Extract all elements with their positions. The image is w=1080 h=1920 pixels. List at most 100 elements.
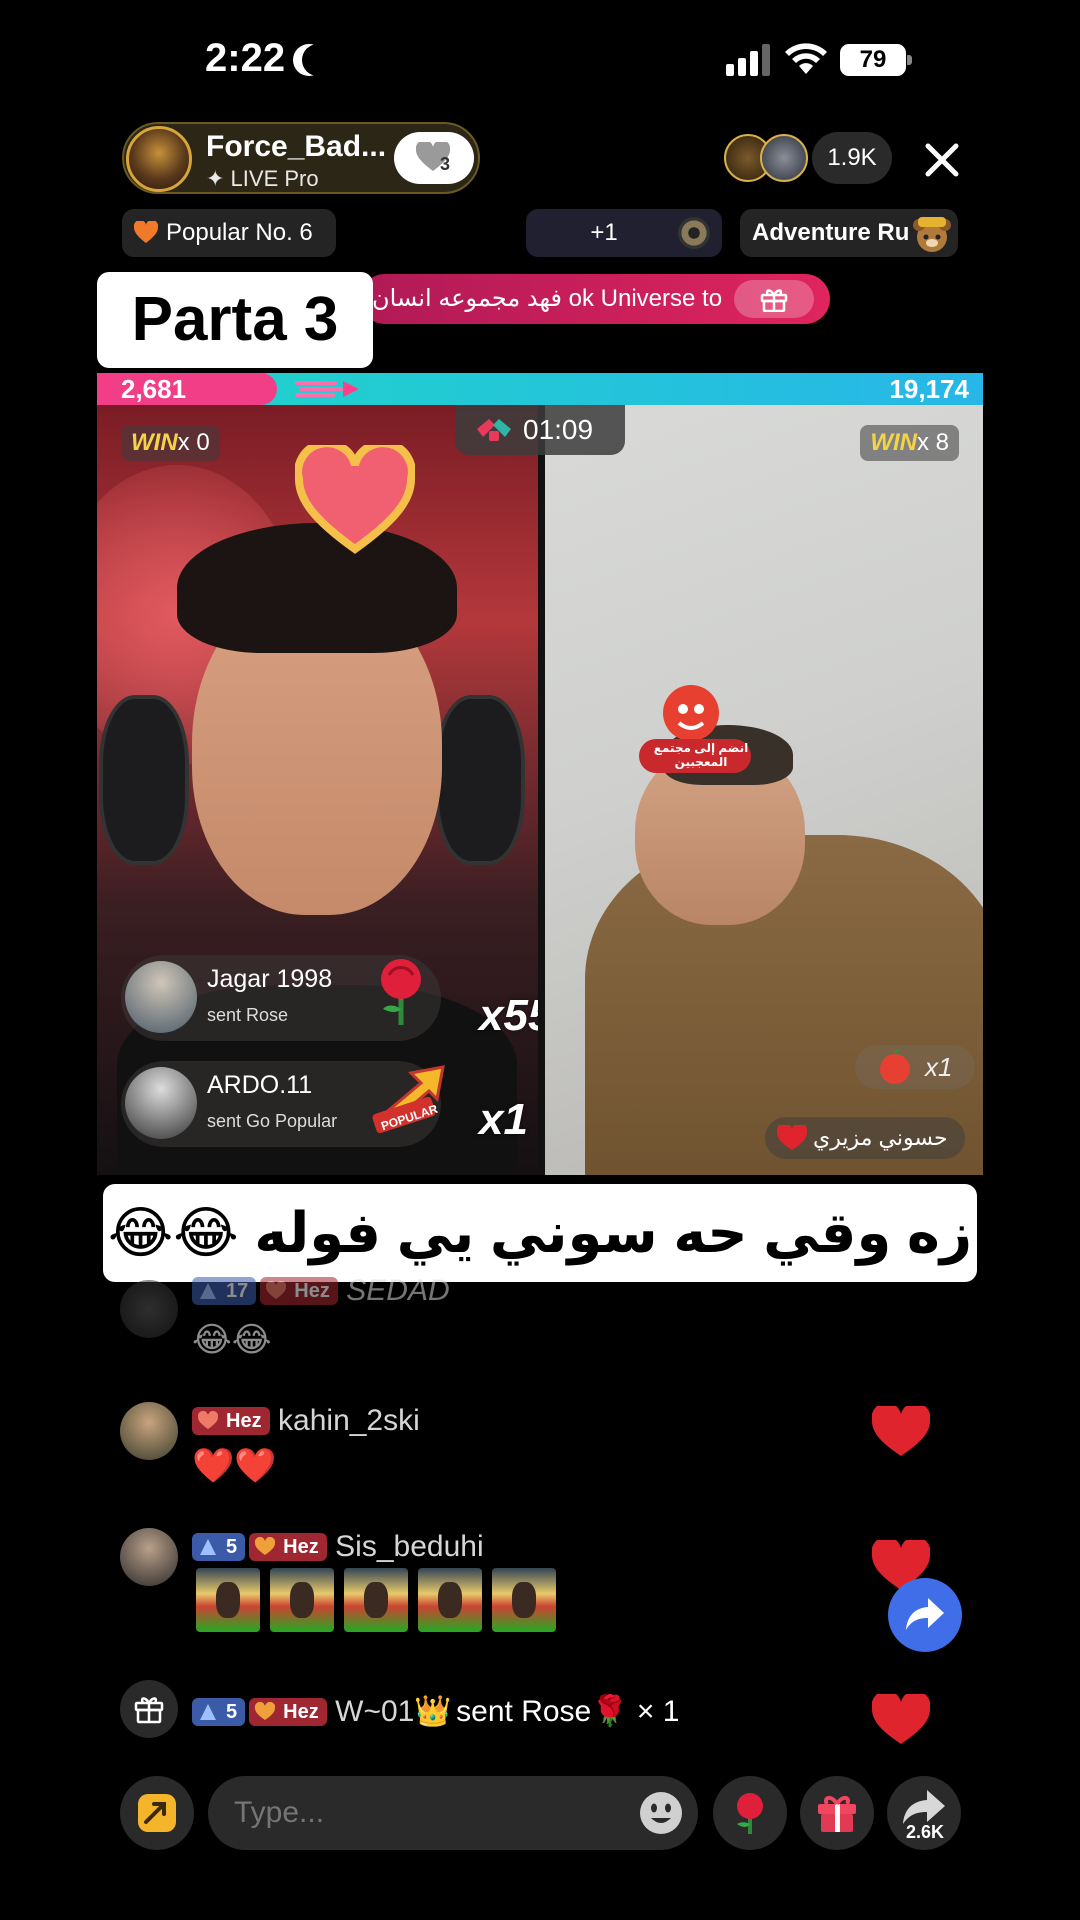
adventure-label: Adventure Ru xyxy=(752,219,910,246)
chat-username[interactable]: W~01👑 xyxy=(335,1694,452,1729)
bolt-share-icon xyxy=(138,1794,176,1832)
combo-count: x55 xyxy=(479,991,538,1040)
chat-image[interactable] xyxy=(418,1568,482,1632)
timer-value: 01:09 xyxy=(523,414,594,445)
guest-name: حسوني مزيري xyxy=(813,1125,948,1150)
notice-avatar[interactable] xyxy=(125,961,197,1033)
chat-gift-message[interactable]: 5 Hez W~01👑 sent Rose🌹 × 1 xyxy=(120,1680,980,1750)
score-right: 19,174 xyxy=(889,374,969,404)
chat-gift-text: sent Rose🌹 × 1 xyxy=(456,1695,680,1728)
fan-badge: Hez xyxy=(260,1277,338,1305)
notice-avatar[interactable] xyxy=(125,1067,197,1139)
chat-image[interactable] xyxy=(344,1568,408,1632)
rose-gift-button[interactable] xyxy=(713,1776,787,1850)
chat-avatar[interactable] xyxy=(120,1402,178,1460)
chat-message[interactable]: Hez kahin_2ski ❤️❤️ xyxy=(120,1402,980,1492)
emoji-icon[interactable] xyxy=(638,1790,684,1836)
close-icon[interactable] xyxy=(918,136,966,184)
viewer-avatar[interactable] xyxy=(760,134,808,182)
status-time: 2:22 xyxy=(205,36,286,80)
follow-like-button[interactable]: 3 xyxy=(394,132,474,184)
host-profile[interactable]: Force_Bad... ✦ LIVE Pro 3 xyxy=(122,122,480,194)
notice-gift: sent Rose xyxy=(207,1005,289,1025)
battery-icon: 79 xyxy=(840,44,912,76)
heart-icon xyxy=(266,1281,287,1299)
heart-icon[interactable] xyxy=(872,1694,930,1746)
chat-text: 😂😂 xyxy=(192,1321,272,1359)
notice-gift: sent Go Popular xyxy=(207,1111,338,1131)
chat-avatar[interactable] xyxy=(120,1280,178,1338)
chat-username[interactable]: kahin_2ski xyxy=(278,1404,420,1438)
fan-badge-label: Hez xyxy=(283,1700,319,1723)
disc-icon xyxy=(678,217,710,249)
gift-button[interactable] xyxy=(800,1776,874,1850)
plus-one-label: +1 xyxy=(590,219,618,246)
plus-one-pill[interactable]: +1 xyxy=(526,209,722,257)
chat-avatar[interactable] xyxy=(120,1528,178,1586)
bear-icon xyxy=(913,217,951,252)
status-bar: 2:22 79 xyxy=(0,0,1080,120)
moon-icon xyxy=(302,44,334,76)
chat-username[interactable]: Sis_beduhi xyxy=(335,1530,483,1564)
chat-message[interactable]: 17 Hez SEDAD 😂😂 xyxy=(120,1274,980,1360)
heart-icon xyxy=(777,1125,807,1150)
popular-rank-label: Popular No. 6 xyxy=(166,219,313,246)
heart-icon[interactable] xyxy=(872,1406,930,1458)
chat-badges: 5 Hez Sis_beduhi xyxy=(192,1530,484,1564)
caption: زه وقي حه سوني يي فوله 😂😂😂 xyxy=(103,1184,977,1362)
adventure-pill[interactable]: Adventure Ru xyxy=(740,209,958,257)
signal-icon xyxy=(726,44,770,76)
overlay-title: Parta 3 xyxy=(97,272,373,368)
chat-image[interactable] xyxy=(196,1568,260,1632)
host-video-right[interactable]: انضم إلى مجتمع المعجبين WINx 8 x1 حسوني … xyxy=(545,405,983,1175)
win-count: x 8 xyxy=(916,429,949,456)
speed-streak-icon xyxy=(295,381,359,397)
notice-user: Jagar 1998 xyxy=(207,965,333,993)
host-video-left[interactable]: WINx 0 Jagar 1998 sent Rose x55 ARDO.11 … xyxy=(97,405,538,1175)
level-icon xyxy=(200,1283,216,1299)
battle-icon xyxy=(477,419,511,441)
level-value: 5 xyxy=(226,1700,238,1723)
chat-image[interactable] xyxy=(270,1568,334,1632)
combo-count: x1 xyxy=(479,1095,528,1144)
chat-badges: 17 Hez SEDAD xyxy=(192,1274,450,1308)
chat-username[interactable]: SEDAD xyxy=(346,1274,449,1308)
go-popular-icon: POPULAR xyxy=(372,1065,445,1133)
score-left: 2,681 xyxy=(121,374,187,404)
host-badge: ✦ LIVE Pro xyxy=(206,166,319,192)
chat-text: ❤️❤️ xyxy=(192,1447,277,1485)
gift-banner[interactable]: فهد مجموعه انسان ok Universe to xyxy=(360,274,830,324)
heart-icon xyxy=(295,445,415,554)
gift-icon xyxy=(818,1796,856,1832)
fan-badge: Hez xyxy=(249,1697,327,1726)
gift-banner-chip[interactable] xyxy=(734,280,814,318)
battle-score-bar: 2,681 19,174 xyxy=(97,373,983,405)
level-badge: 17 xyxy=(192,1277,257,1305)
share-fab[interactable] xyxy=(888,1578,962,1652)
headphone-right xyxy=(435,695,525,865)
right-combo-count: x1 xyxy=(925,1052,953,1082)
chat-badges: Hez kahin_2ski xyxy=(192,1404,420,1438)
left-win-badge: WINx 0 xyxy=(121,425,220,461)
popular-rank-pill[interactable]: Popular No. 6 xyxy=(122,209,336,257)
chat-message[interactable]: 5 Hez Sis_beduhi xyxy=(120,1528,980,1668)
quick-action-button[interactable] xyxy=(120,1776,194,1850)
gift-banner-text: فهد مجموعه انسان ok Universe to xyxy=(372,285,723,312)
heart-icon xyxy=(134,221,158,243)
viewer-list[interactable]: 1.9K xyxy=(724,132,892,184)
chat-badges: 5 Hez W~01👑 sent Rose🌹 × 1 xyxy=(192,1694,680,1729)
chat-input[interactable] xyxy=(208,1776,698,1850)
headphone-left xyxy=(99,695,189,865)
rose-icon xyxy=(737,1793,763,1834)
viewer-count[interactable]: 1.9K xyxy=(812,132,892,184)
chat-image-strip xyxy=(196,1568,566,1637)
rose-icon xyxy=(381,959,421,1025)
fan-badge-label: Hez xyxy=(294,1280,330,1302)
host-avatar[interactable] xyxy=(126,126,192,192)
chat-image[interactable] xyxy=(492,1568,556,1632)
right-gift-combo: x1 xyxy=(855,1045,975,1089)
guest-name-tag[interactable]: حسوني مزيري xyxy=(765,1117,965,1159)
level-value: 17 xyxy=(226,1280,249,1302)
win-word: WIN xyxy=(131,429,178,456)
level-badge: 5 xyxy=(192,1533,246,1561)
